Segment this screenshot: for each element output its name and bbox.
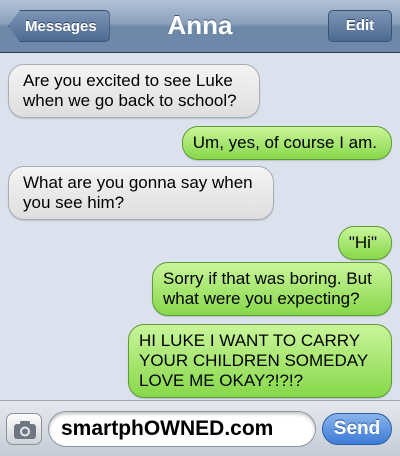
camera-button[interactable]	[6, 413, 42, 445]
received-message-bubble: Are you excited to see Luke when we go b…	[8, 64, 260, 118]
sent-message-bubble: Sorry if that was boring. But what were …	[152, 262, 392, 316]
sent-message-bubble: "Hi"	[337, 226, 392, 260]
message-thread: Are you excited to see Luke when we go b…	[0, 53, 400, 398]
received-message-bubble: What are you gonna say when you see him?	[8, 166, 274, 220]
message-text-field[interactable]: smartphOWNED.com	[48, 411, 316, 447]
nav-bar: Messages Anna Edit	[0, 0, 400, 53]
message-input-bar: smartphOWNED.com Send	[0, 400, 400, 456]
edit-button[interactable]: Edit	[328, 10, 392, 42]
camera-icon	[14, 421, 36, 439]
sent-message-bubble: Um, yes, of course I am.	[181, 126, 392, 160]
send-button[interactable]: Send	[322, 413, 392, 445]
sent-message-bubble: HI LUKE I WANT TO CARRY YOUR CHILDREN SO…	[128, 324, 392, 398]
